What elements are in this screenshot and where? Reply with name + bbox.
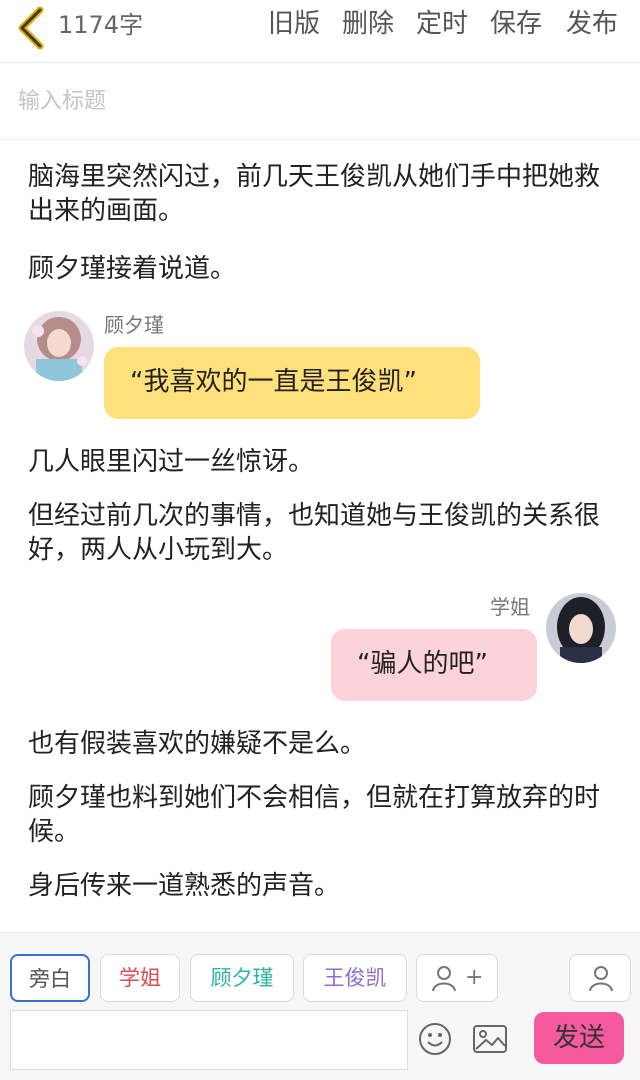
role-tab-xuejie[interactable]: 学姐 — [100, 954, 180, 1002]
paragraph: 顾夕瑾也料到她们不会相信，但就在打算放弃的时候。 — [28, 783, 601, 847]
paragraph: 顾夕瑾接着说道。 — [28, 254, 237, 284]
dialogue-bubble[interactable]: “我喜欢的一直是王俊凯” — [104, 347, 480, 419]
schedule-button[interactable]: 定时 — [416, 8, 468, 40]
delete-button[interactable]: 删除 — [342, 8, 394, 40]
add-role-button[interactable]: + — [416, 954, 498, 1002]
avatar-xuejie[interactable] — [546, 593, 616, 663]
word-count: 1174字 — [58, 11, 144, 39]
paragraph: 也有假装喜欢的嫌疑不是么。 — [28, 729, 367, 759]
send-button[interactable]: 发送 — [534, 1012, 624, 1064]
role-tab-wangjunkai[interactable]: 王俊凯 — [303, 954, 407, 1002]
dialogue-bubble[interactable]: “骗人的吧” — [331, 629, 537, 701]
avatar-guxijin[interactable] — [24, 311, 94, 381]
image-icon[interactable] — [472, 1022, 508, 1056]
speaker-name: 顾夕瑾 — [104, 313, 164, 337]
role-manage-icon — [589, 966, 613, 992]
emoji-icon[interactable] — [418, 1022, 452, 1056]
divider — [0, 139, 640, 140]
dialogue-text: “骗人的吧” — [357, 649, 488, 679]
paragraph: 但经过前几次的事情，也知道她与王俊凯的关系很好，两人从小玩到大。 — [28, 501, 601, 565]
add-symbol: + — [465, 965, 484, 990]
message-input[interactable] — [10, 1010, 408, 1070]
back-chevron-icon[interactable] — [14, 6, 54, 50]
title-input[interactable]: 输入标题 — [18, 87, 106, 117]
role-manage-button[interactable] — [569, 954, 631, 1002]
paragraph: 脑海里突然闪过，前几天王俊凯从她们手中把她救出来的画面。 — [28, 162, 601, 226]
save-button[interactable]: 保存 — [490, 8, 542, 40]
old-version-button[interactable]: 旧版 — [268, 8, 320, 40]
speaker-name: 学姐 — [490, 595, 530, 619]
dialogue-text: “我喜欢的一直是王俊凯” — [130, 367, 417, 397]
add-role-icon — [432, 966, 456, 992]
paragraph: 几人眼里闪过一丝惊讶。 — [28, 447, 315, 477]
publish-button[interactable]: 发布 — [566, 8, 618, 40]
paragraph: 身后传来一道熟悉的声音。 — [28, 871, 341, 901]
role-tab-guxijin[interactable]: 顾夕瑾 — [190, 954, 294, 1002]
top-bar: 1174字 旧版 删除 定时 保存 发布 — [0, 0, 640, 63]
role-tab-narration[interactable]: 旁白 — [10, 954, 90, 1002]
